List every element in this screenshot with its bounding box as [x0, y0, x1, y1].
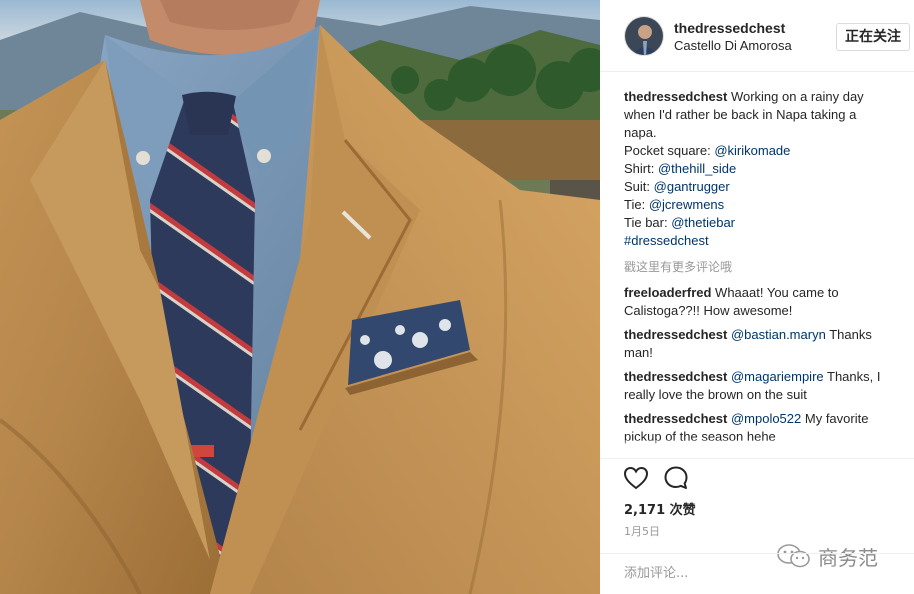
comment-item: thedressedchest @magariempire Thanks, I …	[624, 368, 904, 404]
comment-text: Thanks, I	[827, 369, 881, 384]
header-location[interactable]: Castello Di Amorosa	[674, 38, 792, 53]
comment-item: thedressedchest @bastian.maryn Thanks ma…	[624, 326, 904, 362]
caption-text: when I'd rather be back in Napa taking a	[624, 107, 857, 122]
comment-text: Calistoga??!! How awesome!	[624, 303, 793, 318]
like-count[interactable]: 2,171 次赞	[624, 499, 696, 518]
heart-outline-icon[interactable]	[622, 464, 650, 492]
caption-username[interactable]: thedressedchest	[624, 89, 727, 104]
credit-mention[interactable]: @jcrewmens	[649, 197, 724, 212]
credit-label: Tie bar:	[624, 215, 668, 230]
following-button[interactable]: 正在关注	[836, 23, 910, 51]
comment-username[interactable]: thedressedchest	[624, 327, 727, 342]
add-comment-bar	[600, 553, 914, 594]
actions-divider	[600, 458, 914, 459]
post-date: 1月5日	[624, 525, 660, 538]
post-photo[interactable]	[0, 0, 600, 594]
add-comment-input[interactable]	[624, 560, 774, 586]
credit-mention[interactable]: @thehill_side	[658, 161, 736, 176]
comment-text: man!	[624, 345, 653, 360]
load-more-comments[interactable]: 戳这里有更多评论哦	[624, 258, 904, 276]
comment-mention[interactable]: @magariempire	[731, 369, 824, 384]
comment-text: really love the brown on the suit	[624, 387, 807, 402]
comment-item: freeloaderfred Whaaat! You came to Calis…	[624, 284, 904, 320]
header-username[interactable]: thedressedchest	[674, 20, 785, 36]
comment-username[interactable]: freeloaderfred	[624, 285, 711, 300]
caption-text: napa.	[624, 125, 657, 140]
comment-text: My favorite	[804, 411, 869, 426]
comment-mention[interactable]: @mpolo522	[731, 411, 801, 426]
comment-username[interactable]: thedressedchest	[624, 411, 727, 426]
credit-label: Shirt:	[624, 161, 655, 176]
comment-mention[interactable]: @bastian.maryn	[731, 327, 826, 342]
caption: thedressedchest Working on a rainy day w…	[624, 88, 904, 250]
comment-username[interactable]: thedressedchest	[624, 369, 727, 384]
comment-text: Whaaat! You came to	[715, 285, 839, 300]
speech-bubble-icon[interactable]	[662, 464, 690, 492]
comment-text: Thanks	[829, 327, 872, 342]
credit-mention[interactable]: @gantrugger	[654, 179, 730, 194]
post-sidebar: thedressedchest Castello Di Amorosa 正在关注…	[600, 0, 914, 594]
avatar[interactable]	[624, 16, 664, 56]
comments-list: thedressedchest Working on a rainy day w…	[624, 88, 904, 454]
scroll-fade	[624, 440, 904, 454]
credit-label: Pocket square:	[624, 143, 711, 158]
caption-text: Working on a rainy day	[730, 89, 864, 104]
hashtag-link[interactable]: #dressedchest	[624, 232, 904, 250]
credit-label: Tie:	[624, 197, 646, 212]
post-header: thedressedchest Castello Di Amorosa 正在关注	[600, 0, 914, 72]
credit-mention[interactable]: @kirikomade	[714, 143, 790, 158]
credit-mention[interactable]: @thetiebar	[671, 215, 735, 230]
credit-label: Suit:	[624, 179, 651, 194]
